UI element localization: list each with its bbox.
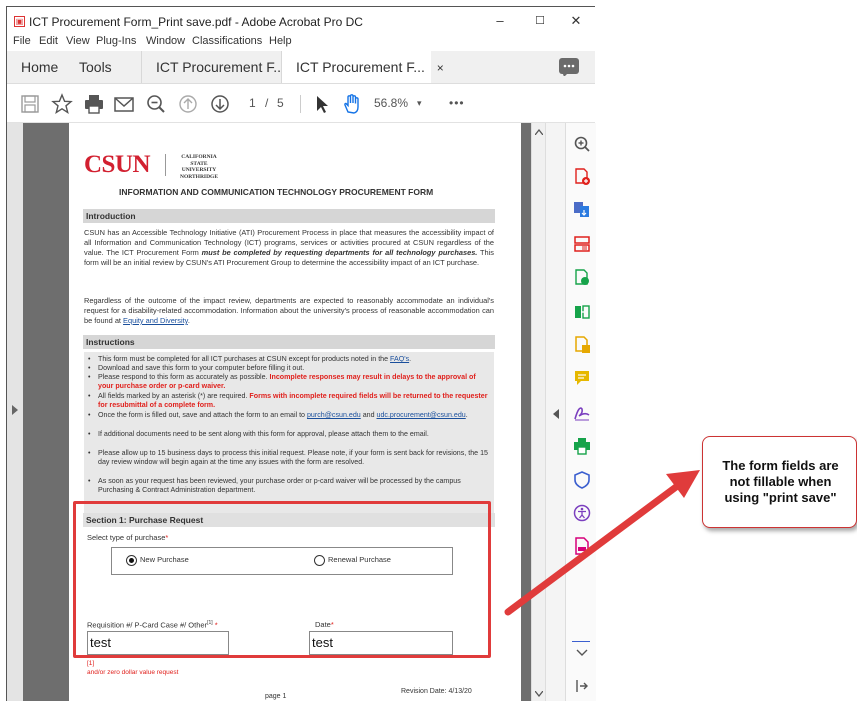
menu-help[interactable]: Help (269, 35, 292, 47)
menu-classifications[interactable]: Classifications (192, 35, 262, 47)
section-instructions: Instructions (83, 335, 495, 349)
tab-tools[interactable]: Tools (79, 51, 112, 83)
instruction-item: • As soon as your request has been review… (88, 477, 461, 494)
more-tools-chevron-icon[interactable] (573, 647, 591, 659)
instruction-item: • Download and save this form to your com… (88, 364, 305, 372)
edit-pdf-icon[interactable] (573, 269, 591, 287)
faq-link[interactable]: FAQ's (390, 355, 409, 363)
collapse-tools-pane-icon[interactable] (573, 679, 591, 693)
comment-bubble-icon[interactable] (559, 58, 579, 76)
create-pdf-icon[interactable] (573, 201, 591, 219)
revision-date: Revision Date: 4/13/20 (401, 688, 472, 695)
title-bar: ▣ ICT Procurement Form_Print save.pdf - … (7, 7, 595, 35)
page-total: 5 (277, 96, 284, 110)
instruction-item: • Once the form is filled out, save and a… (88, 411, 468, 419)
select-cursor-icon[interactable] (311, 93, 333, 115)
zoom-level[interactable]: 56.8% (374, 96, 408, 110)
footnote-marker: [1] (87, 660, 95, 667)
annotation-arrow (504, 470, 700, 616)
instruction-item: • Please respond to this form as accurate… (88, 373, 476, 390)
csun-logo: CSUN (84, 151, 151, 178)
tools-divider (572, 641, 590, 642)
instruction-item: • If additional documents need to be sent… (88, 430, 429, 438)
csun-logo-subtitle: CALIFORNIA STATE UNIVERSITY NORTHRIDGE (179, 154, 218, 180)
instruction-item: • Please allow up to 15 business days to … (88, 449, 488, 466)
organize-pages-icon[interactable] (573, 235, 591, 253)
toolbar: 1 / 5 56.8% ▾ ••• (7, 84, 595, 123)
zoom-dropdown-icon[interactable]: ▾ (417, 98, 422, 109)
udc-email-link[interactable]: udc.procurement@csun.edu (377, 411, 466, 419)
menu-edit[interactable]: Edit (39, 35, 58, 47)
page-separator: / (265, 96, 269, 110)
page-down-icon[interactable] (209, 93, 231, 115)
instruction-item: • This form must be completed for all ICT… (88, 355, 412, 363)
export-pdf-icon[interactable] (573, 168, 591, 186)
save-icon[interactable] (19, 93, 41, 115)
page-number-input[interactable]: 1 (249, 96, 256, 110)
menu-window[interactable]: Window (146, 35, 185, 47)
scroll-down-icon[interactable] (535, 691, 543, 697)
logo-divider (165, 154, 166, 176)
left-nav-panel (7, 123, 23, 701)
maximize-button[interactable]: ☐ (523, 11, 557, 31)
close-button[interactable]: ✕ (559, 11, 593, 31)
instruction-item: • All fields marked by an asterisk (*) ar… (88, 392, 488, 409)
page-up-icon[interactable] (177, 93, 199, 115)
menu-plugins[interactable]: Plug-Ins (96, 35, 136, 47)
comment-icon[interactable] (573, 369, 591, 387)
callout-text: The form fields are not fillable when us… (722, 458, 839, 505)
highlight-box (73, 501, 491, 658)
print-production-icon[interactable] (573, 437, 591, 455)
tab-bar: Home Tools ICT Procurement F... ICT Proc… (7, 51, 595, 84)
scroll-up-icon[interactable] (535, 129, 543, 135)
email-icon[interactable] (113, 93, 135, 115)
minimize-button[interactable]: – (483, 11, 517, 31)
tab-home[interactable]: Home (21, 51, 58, 83)
collapse-right-pane-icon[interactable] (552, 409, 559, 419)
intro-paragraph-1: CSUN has an Accessible Technology Initia… (84, 228, 495, 267)
tab-close-icon[interactable]: × (437, 61, 444, 75)
footnote-text: and/or zero dollar value request (87, 669, 179, 676)
pdf-file-icon: ▣ (14, 16, 25, 27)
fill-sign-icon[interactable] (573, 403, 591, 421)
menu-file[interactable]: File (13, 35, 31, 47)
page-footer: page 1 (265, 693, 287, 700)
zoom-out-icon[interactable] (145, 93, 167, 115)
toolbar-divider (300, 95, 301, 113)
expand-left-panel-icon[interactable] (11, 405, 19, 415)
section-introduction: Introduction (83, 209, 495, 223)
tab-document-1[interactable]: ICT Procurement F... (141, 51, 285, 83)
bookmark-star-icon[interactable] (51, 93, 73, 115)
callout-box: The form fields are not fillable when us… (702, 436, 857, 528)
intro-paragraph-2: Regardless of the outcome of the impact … (84, 296, 494, 325)
zoom-icon[interactable] (573, 135, 591, 153)
menu-view[interactable]: View (66, 35, 90, 47)
tab-document-2[interactable]: ICT Procurement F... × (281, 51, 444, 83)
hand-tool-icon[interactable] (341, 93, 363, 115)
combine-files-icon[interactable] (573, 303, 591, 321)
equity-diversity-link[interactable]: Equity and Diversity (123, 316, 188, 325)
instructions-box: • This form must be completed for all ICT… (84, 352, 494, 514)
purch-email-link[interactable]: purch@csun.edu (307, 411, 361, 419)
form-heading: INFORMATION AND COMMUNICATION TECHNOLOGY… (119, 187, 434, 197)
print-icon[interactable] (83, 93, 105, 115)
window-title: ICT Procurement Form_Print save.pdf - Ad… (29, 15, 363, 29)
document-background (23, 123, 69, 701)
more-tools-icon[interactable]: ••• (449, 96, 465, 110)
tab-document-2-label: ICT Procurement F... (296, 59, 425, 75)
menu-bar: File Edit View Plug-Ins Window Classific… (7, 35, 595, 51)
export-icon[interactable] (573, 336, 591, 354)
